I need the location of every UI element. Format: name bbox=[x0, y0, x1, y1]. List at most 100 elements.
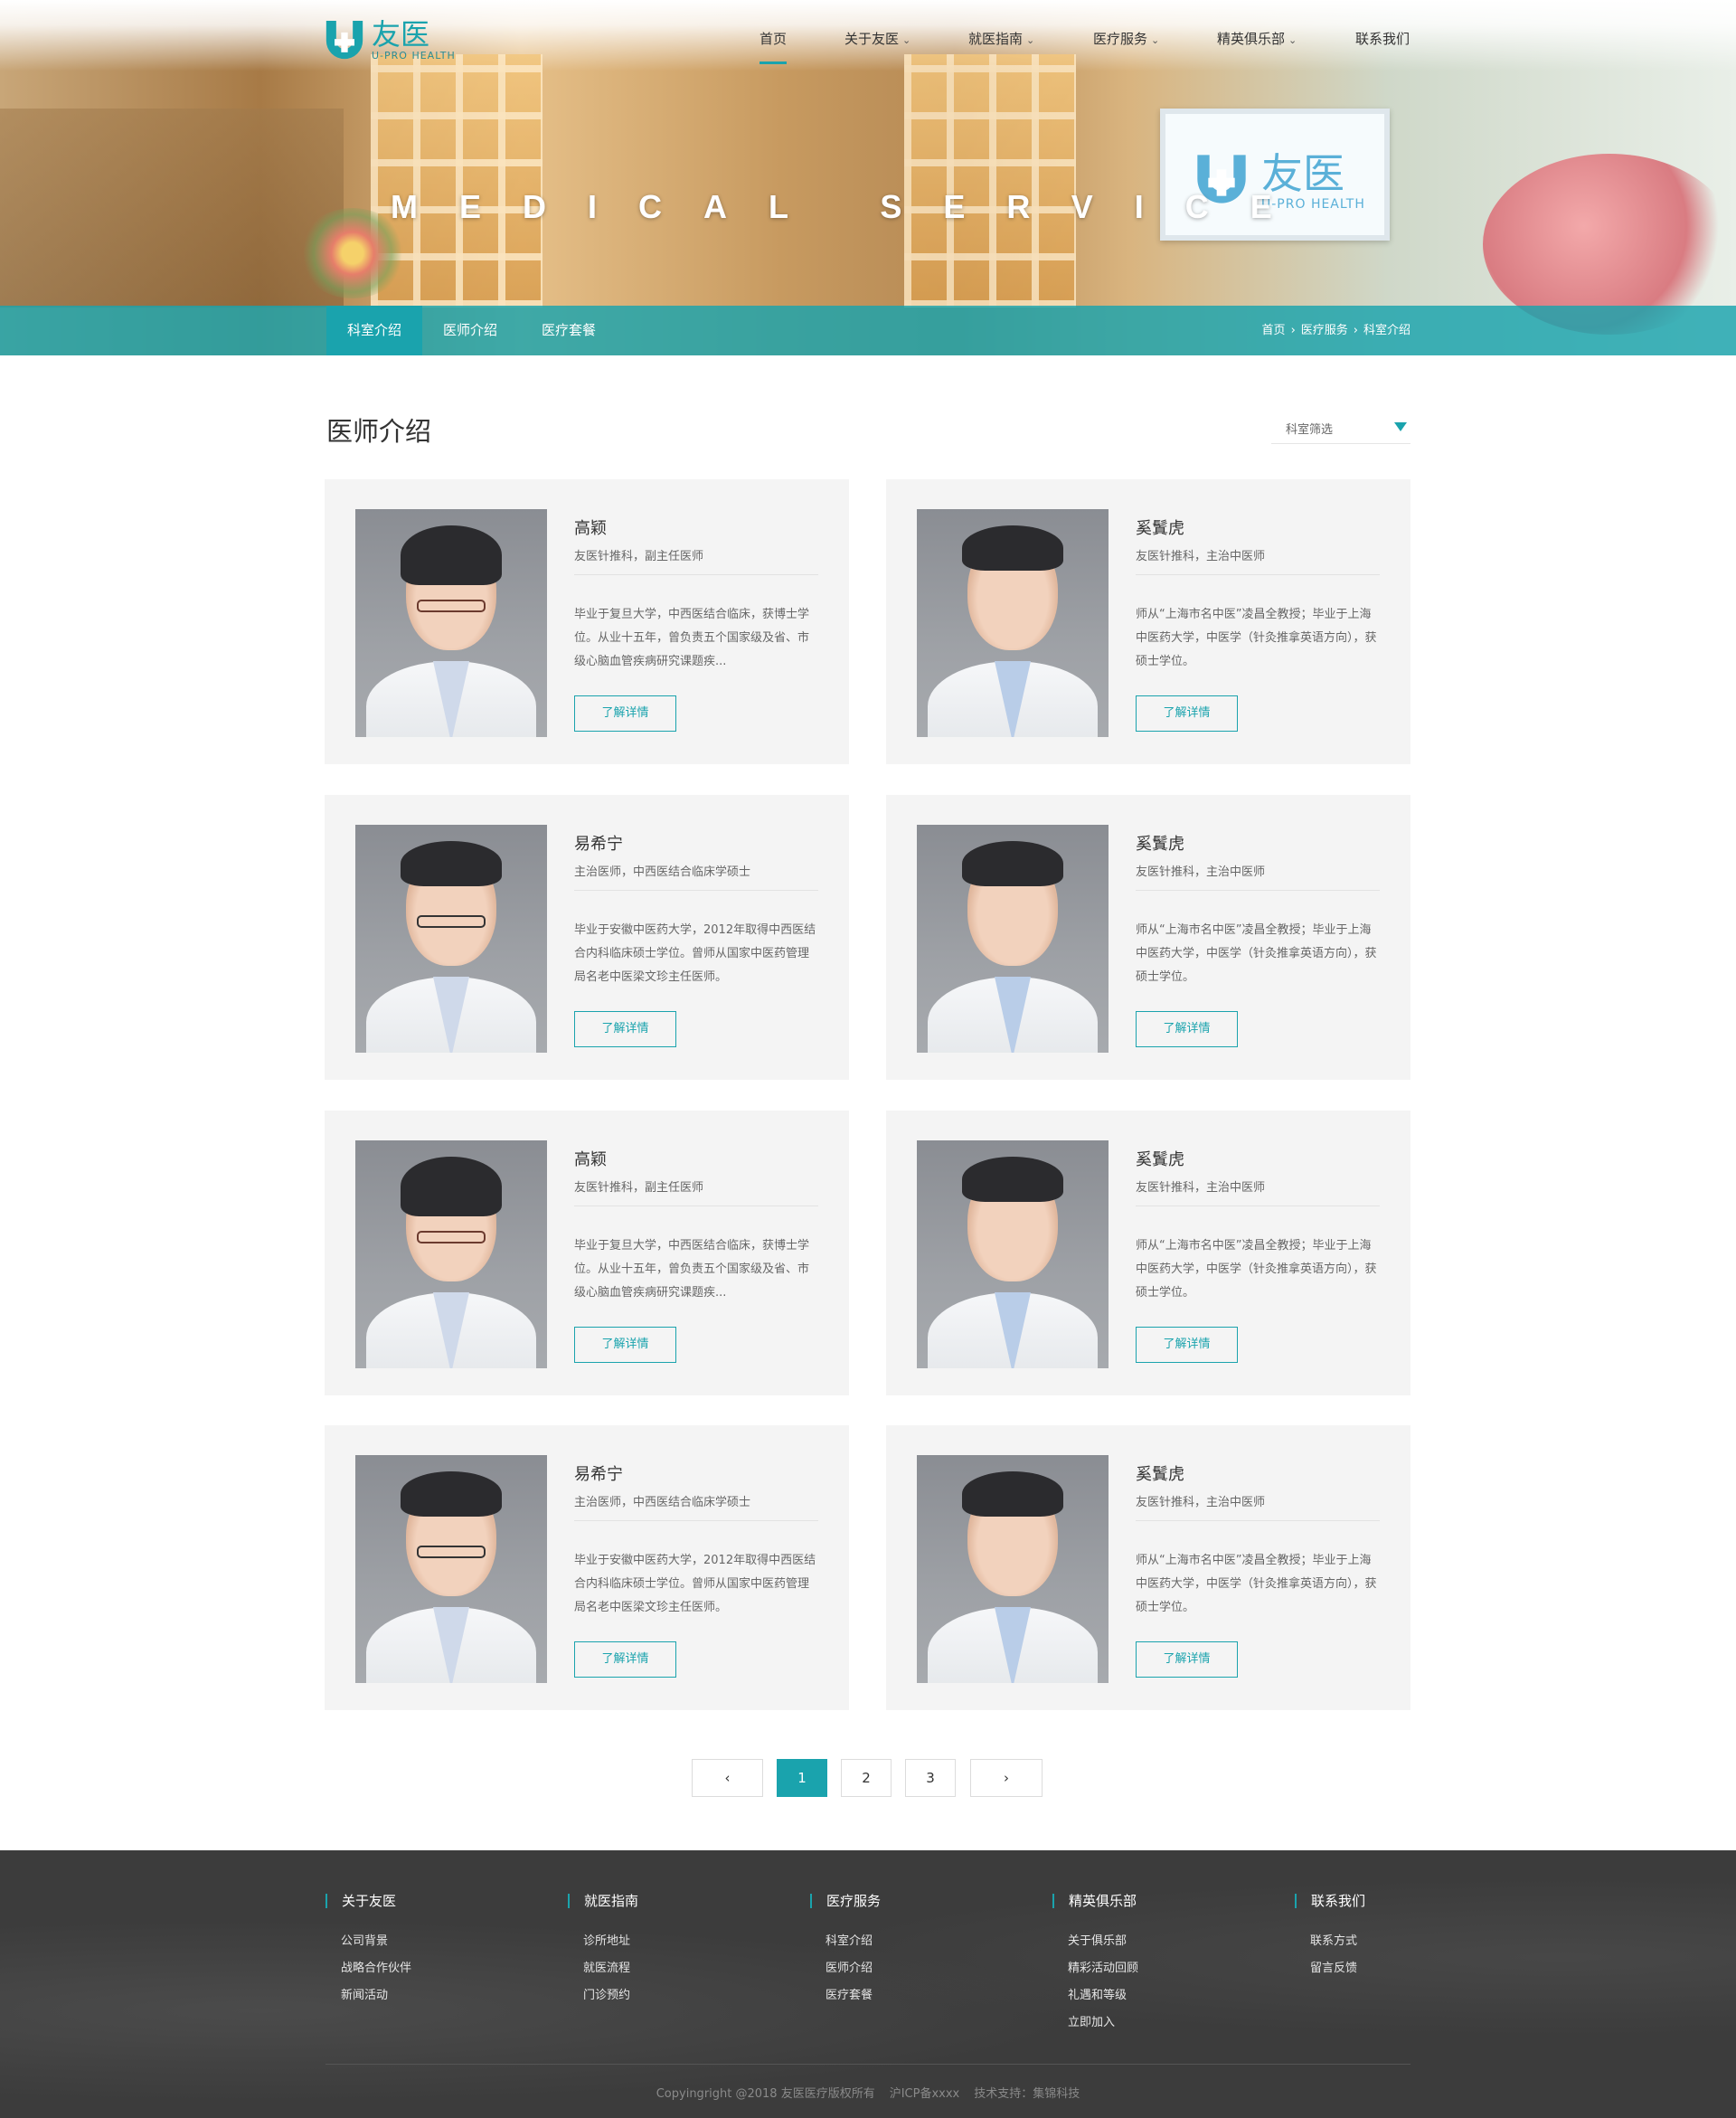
footer-column: 关于友医公司背景战略合作伙伴 新闻活动 bbox=[326, 1894, 524, 2003]
footer-link[interactable]: 医疗套餐 bbox=[826, 1989, 1009, 2003]
card-divider bbox=[1136, 1520, 1380, 1521]
sub-navigation-bar: 科室介绍 医师介绍 医疗套餐 首页 › 医疗服务 › 科室介绍 bbox=[0, 306, 1736, 355]
doctor-photo bbox=[917, 1455, 1109, 1683]
nav-club-label: 精英俱乐部 bbox=[1217, 31, 1286, 47]
chevron-right-icon: › bbox=[1353, 324, 1358, 337]
footer-link[interactable]: 诊所地址 bbox=[583, 1934, 767, 1949]
site-logo[interactable]: 友医 U-PRO HEALTH bbox=[325, 15, 456, 65]
nav-about[interactable]: 关于友医 ⌄ bbox=[844, 29, 910, 61]
footer-column-title: 就医指南 bbox=[568, 1894, 767, 1908]
pagination-prev-button[interactable]: ‹ bbox=[692, 1759, 763, 1797]
footer-link[interactable]: 战略合作伙伴 bbox=[341, 1962, 524, 1976]
footer-link[interactable]: 立即加入 bbox=[1068, 2016, 1251, 2030]
footer-link[interactable]: 门诊预约 bbox=[583, 1989, 767, 2003]
doctor-name: 易希宁 bbox=[574, 835, 623, 854]
footer-column-title: 关于友医 bbox=[326, 1894, 524, 1908]
chevron-left-icon: ‹ bbox=[724, 1770, 731, 1786]
copyright-text: Copyingright @2018 友医医疗版权所有 bbox=[656, 2087, 875, 2101]
pagination-next-button[interactable]: › bbox=[970, 1759, 1043, 1797]
doctor-title: 友医针推科，副主任医师 bbox=[574, 550, 704, 563]
doctor-bio: 师从“上海市名中医”凌昌全教授；毕业于上海中医药大学，中医学（针灸推拿英语方向）… bbox=[1136, 1239, 1377, 1300]
doctor-photo bbox=[917, 1140, 1109, 1368]
footer-copyright: Copyingright @2018 友医医疗版权所有 沪ICP备xxxx 技术支持… bbox=[0, 2084, 1736, 2101]
footer-link[interactable]: 精彩活动回顾 bbox=[1068, 1962, 1251, 1976]
nav-club[interactable]: 精英俱乐部 ⌄ bbox=[1217, 29, 1297, 61]
tab-department[interactable]: 科室介绍 bbox=[326, 306, 422, 355]
footer-column: 联系我们 联系方式 留言反馈 bbox=[1295, 1894, 1494, 1976]
tech-support-text: 技术支持：集锦科技 bbox=[974, 2087, 1080, 2101]
footer-link[interactable]: 关于俱乐部 bbox=[1068, 1934, 1251, 1949]
filter-label: 科室筛选 bbox=[1286, 423, 1334, 437]
footer-column-title: 医疗服务 bbox=[810, 1894, 1009, 1908]
doctor-name: 奚鬒虎 bbox=[1136, 835, 1184, 854]
card-divider bbox=[574, 1520, 818, 1521]
logo-brand-sub: U-PRO HEALTH bbox=[372, 50, 456, 61]
hero-tagline: MEDICAL SERVICE bbox=[391, 188, 1314, 225]
nav-guide[interactable]: 就医指南 ⌄ bbox=[968, 29, 1034, 61]
chevron-down-icon: ⌄ bbox=[1151, 34, 1160, 46]
view-details-button[interactable]: 了解详情 bbox=[1136, 1327, 1238, 1363]
footer-link[interactable]: 公司背景 bbox=[341, 1934, 524, 1949]
footer-link[interactable]: 新闻活动 bbox=[341, 1989, 524, 2003]
doctor-card: 奚鬒虎 友医针推科，主治中医师 师从“上海市名中医”凌昌全教授；毕业于上海中医药大学… bbox=[886, 795, 1410, 1080]
department-filter-select[interactable]: 科室筛选 bbox=[1271, 411, 1410, 444]
footer-column: 医疗服务科室介绍医师介绍医疗套餐 bbox=[810, 1894, 1009, 2003]
card-divider bbox=[1136, 574, 1380, 575]
nav-home-label: 首页 bbox=[760, 31, 788, 47]
breadcrumb-current: 科室介绍 bbox=[1363, 324, 1410, 337]
logo-mark-icon bbox=[326, 20, 363, 59]
caret-down-icon bbox=[1394, 422, 1407, 431]
view-details-button[interactable]: 了解详情 bbox=[574, 1327, 676, 1363]
doctor-photo bbox=[355, 1140, 547, 1368]
nav-services[interactable]: 医疗服务 ⌄ bbox=[1093, 29, 1159, 61]
chevron-right-icon: › bbox=[1004, 1770, 1009, 1786]
view-details-button[interactable]: 了解详情 bbox=[1136, 1011, 1238, 1047]
doctor-title: 友医针推科，主治中医师 bbox=[1136, 550, 1266, 563]
card-divider bbox=[1136, 890, 1380, 891]
doctor-photo bbox=[917, 825, 1109, 1053]
nav-services-label: 医疗服务 bbox=[1093, 31, 1148, 47]
tab-doctors[interactable]: 医师介绍 bbox=[422, 306, 518, 355]
doctor-bio: 毕业于安徽中医药大学，2012年取得中西医结合内科临床硕士学位。曾师从国家中医药… bbox=[574, 1554, 816, 1614]
footer-link[interactable]: 科室介绍 bbox=[826, 1934, 1009, 1949]
chevron-down-icon: ⌄ bbox=[1026, 34, 1035, 46]
chevron-down-icon: ⌄ bbox=[902, 34, 911, 46]
doctor-bio: 毕业于安徽中医药大学，2012年取得中西医结合内科临床硕士学位。曾师从国家中医药… bbox=[574, 923, 816, 984]
doctor-bio: 师从“上海市名中医”凌昌全教授；毕业于上海中医药大学，中医学（针灸推拿英语方向）… bbox=[1136, 923, 1377, 984]
doctor-bio: 毕业于复旦大学，中西医结合临床，获博士学位。从业十五年，曾负责五个国家级及省、市… bbox=[574, 1239, 810, 1300]
view-details-button[interactable]: 了解详情 bbox=[1136, 695, 1238, 732]
pagination-page-2[interactable]: 2 bbox=[841, 1759, 892, 1797]
doctor-bio: 师从“上海市名中医”凌昌全教授；毕业于上海中医药大学，中医学（针灸推拿英语方向）… bbox=[1136, 1554, 1377, 1614]
tab-packages[interactable]: 医疗套餐 bbox=[518, 306, 619, 355]
pagination-page-1[interactable]: 1 bbox=[777, 1759, 827, 1797]
footer-link[interactable]: 医师介绍 bbox=[826, 1962, 1009, 1976]
doctor-bio: 师从“上海市名中医”凌昌全教授；毕业于上海中医药大学，中医学（针灸推拿英语方向）… bbox=[1136, 608, 1377, 668]
view-details-button[interactable]: 了解详情 bbox=[574, 1641, 676, 1678]
view-details-button[interactable]: 了解详情 bbox=[1136, 1641, 1238, 1678]
footer-link[interactable]: 礼遇和等级 bbox=[1068, 1989, 1251, 2003]
doctor-title: 友医针推科，主治中医师 bbox=[1136, 1181, 1266, 1195]
doctor-card: 易希宁 主治医师，中西医结合临床学硕士 毕业于安徽中医药大学，2012年取得中西医结… bbox=[325, 1425, 849, 1710]
nav-home[interactable]: 首页 bbox=[760, 29, 788, 64]
footer-column: 精英俱乐部 关于俱乐部 精彩活动回顾 礼遇和等级 立即加入 bbox=[1052, 1894, 1251, 2030]
doctor-card: 奚鬒虎 友医针推科，主治中医师 师从“上海市名中医”凌昌全教授；毕业于上海中医药大学… bbox=[886, 479, 1410, 764]
doctor-name: 奚鬒虎 bbox=[1136, 1150, 1184, 1169]
footer-link[interactable]: 留言反馈 bbox=[1310, 1962, 1494, 1976]
doctor-photo bbox=[355, 1455, 547, 1683]
card-divider bbox=[574, 574, 818, 575]
view-details-button[interactable]: 了解详情 bbox=[574, 1011, 676, 1047]
view-details-button[interactable]: 了解详情 bbox=[574, 695, 676, 732]
footer-link[interactable]: 就医流程 bbox=[583, 1962, 767, 1976]
doctor-card: 高颖 友医针推科，副主任医师 毕业于复旦大学，中西医结合临床，获博士学位。从业十五年… bbox=[325, 1111, 849, 1395]
doctor-name: 高颖 bbox=[574, 1150, 607, 1169]
breadcrumb-home[interactable]: 首页 bbox=[1262, 324, 1286, 337]
doctor-card: 易希宁 主治医师，中西医结合临床学硕士 毕业于安徽中医药大学，2012年取得中西医结… bbox=[325, 795, 849, 1080]
doctor-card: 奚鬒虎友医针推科，主治中医师师从“上海市名中医”凌昌全教授；毕业于上海中医药大学… bbox=[886, 1111, 1410, 1395]
footer-link[interactable]: 联系方式 bbox=[1310, 1934, 1494, 1949]
doctor-photo bbox=[917, 509, 1109, 737]
doctor-card: 高颖 友医针推科，副主任医师 毕业于复旦大学，中西医结合临床，获博士学位。从业十五年… bbox=[325, 479, 849, 764]
chevron-down-icon: ⌄ bbox=[1288, 34, 1297, 46]
pagination-page-3[interactable]: 3 bbox=[905, 1759, 956, 1797]
breadcrumb-services[interactable]: 医疗服务 bbox=[1301, 324, 1348, 337]
nav-contact[interactable]: 联系我们 bbox=[1355, 29, 1410, 61]
